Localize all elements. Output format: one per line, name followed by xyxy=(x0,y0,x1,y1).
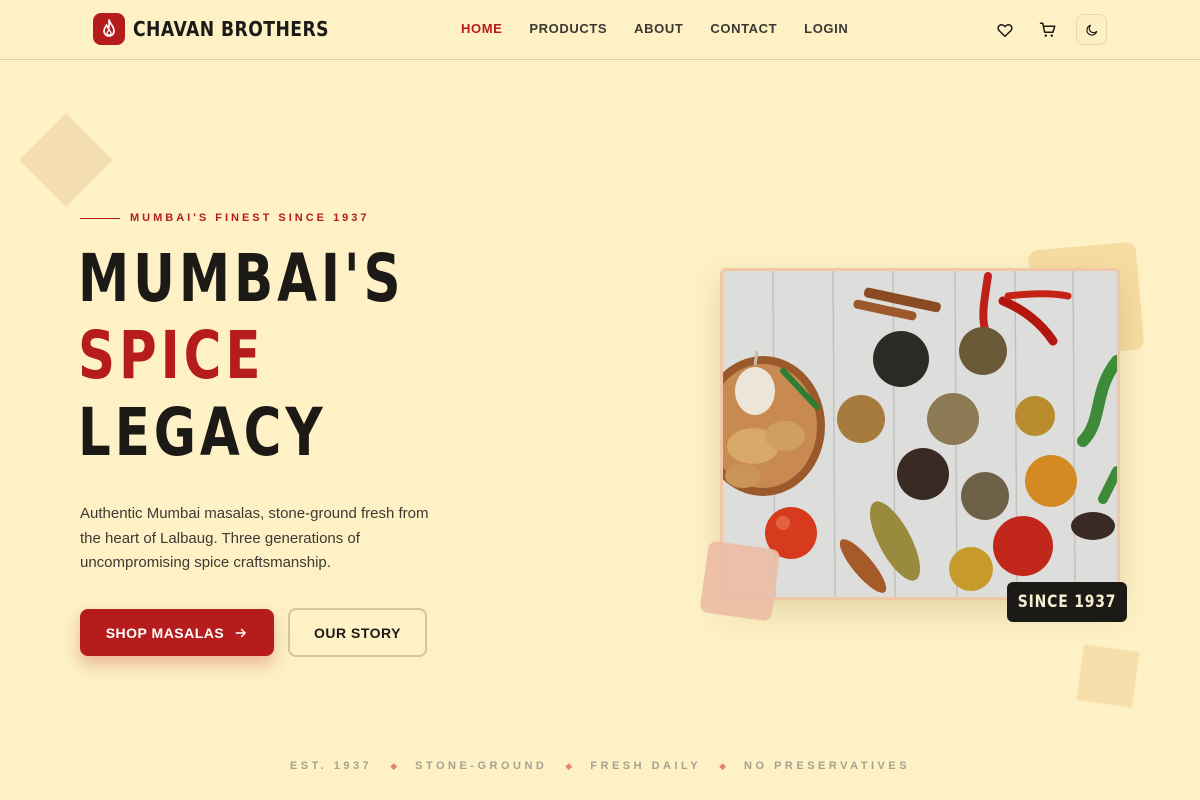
flame-icon xyxy=(93,13,125,45)
cart-button[interactable] xyxy=(1033,15,1063,45)
hero-title-line-3: LEGACY xyxy=(78,394,327,471)
nav-about[interactable]: ABOUT xyxy=(634,21,683,36)
spices-photo xyxy=(720,268,1120,600)
header-actions xyxy=(990,14,1107,45)
hero-description: Authentic Mumbai masalas, stone-ground f… xyxy=(80,505,429,571)
site-header: CHAVAN BROTHERS HOME PRODUCTS ABOUT CONT… xyxy=(0,0,1200,60)
theme-toggle-button[interactable] xyxy=(1076,14,1107,45)
diamond-separator-icon: ◆ xyxy=(565,760,573,771)
diamond-separator-icon: ◆ xyxy=(719,760,727,771)
hero-title: MUMBAI'S SPICE LEGACY xyxy=(78,240,405,471)
feature-strip: EST. 1937 ◆ STONE-GROUND ◆ FRESH DAILY ◆… xyxy=(0,760,1200,772)
shop-masalas-button[interactable]: SHOP MASALAS xyxy=(80,609,274,656)
heart-icon xyxy=(997,23,1013,37)
nav-login[interactable]: LOGIN xyxy=(804,21,848,36)
shop-masalas-label: SHOP MASALAS xyxy=(105,624,225,641)
moon-icon xyxy=(1085,24,1097,36)
hero-tagline: MUMBAI'S FINEST SINCE 1937 xyxy=(80,212,370,224)
hero-title-line-2: SPICE xyxy=(78,317,265,394)
diamond-separator-icon: ◆ xyxy=(390,760,398,771)
feature-no-preservatives: NO PRESERVATIVES xyxy=(744,760,911,772)
decorative-diamond xyxy=(19,113,113,207)
tagline-divider xyxy=(80,217,120,219)
feature-fresh-daily: FRESH DAILY xyxy=(590,760,702,772)
hero-title-line-1: MUMBAI'S xyxy=(78,240,405,317)
decorative-square-left xyxy=(699,540,781,622)
brand-name: CHAVAN BROTHERS xyxy=(133,17,329,41)
tagline-text: MUMBAI'S FINEST SINCE 1937 xyxy=(130,212,370,224)
feature-est: EST. 1937 xyxy=(289,760,373,772)
cart-icon xyxy=(1039,22,1056,37)
decorative-square-bottom xyxy=(1076,644,1140,708)
brand-logo-link[interactable]: CHAVAN BROTHERS xyxy=(93,13,361,45)
nav-contact[interactable]: CONTACT xyxy=(710,21,777,36)
main-nav: HOME PRODUCTS ABOUT CONTACT LOGIN xyxy=(461,21,848,36)
since-badge-text: SINCE 1937 xyxy=(1017,592,1117,612)
wishlist-button[interactable] xyxy=(990,15,1020,45)
nav-home[interactable]: HOME xyxy=(461,21,502,36)
arrow-right-icon xyxy=(235,628,247,637)
feature-stone-ground: STONE-GROUND xyxy=(415,760,548,772)
since-badge: SINCE 1937 xyxy=(1007,582,1127,622)
our-story-button[interactable]: OUR STORY xyxy=(288,608,427,657)
nav-products[interactable]: PRODUCTS xyxy=(529,21,607,36)
